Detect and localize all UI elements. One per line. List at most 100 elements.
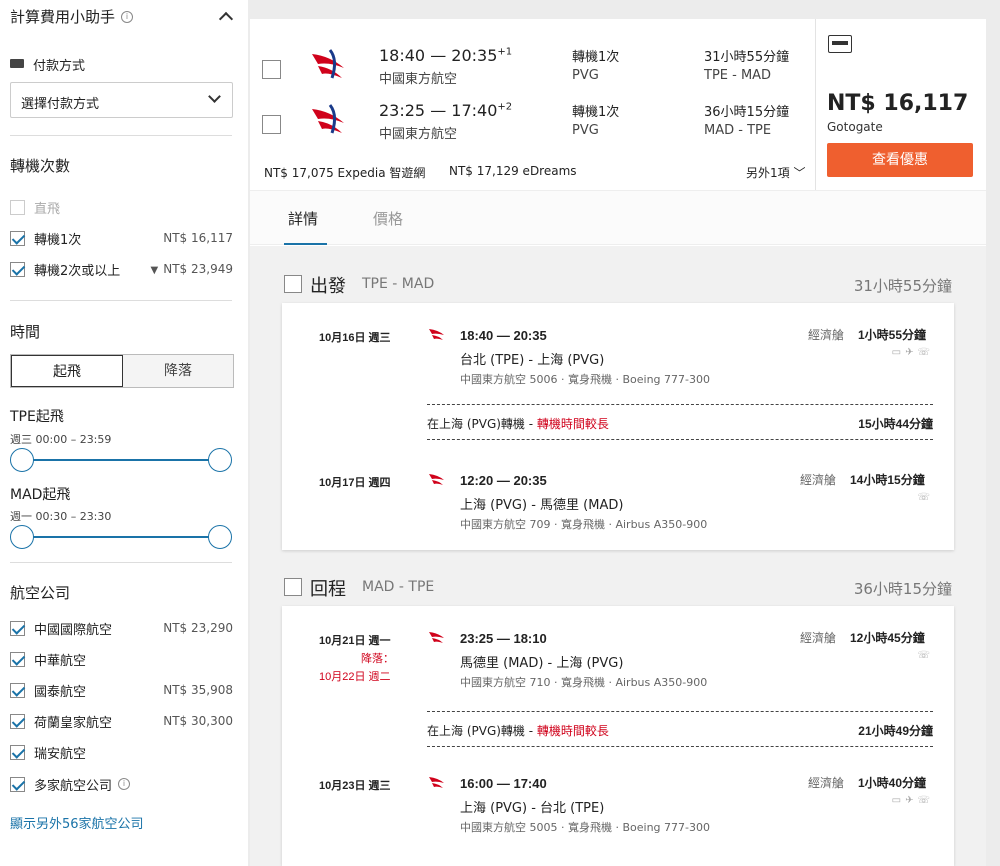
flight-row-inbound[interactable]: 23:25 — 17:40+2 中國東方航空 轉機1次 PVG 36小時15分鐘… <box>250 97 815 147</box>
checkbox[interactable] <box>10 620 25 636</box>
mad-departure-label: MAD起飛 <box>10 487 71 503</box>
option-price: ▼ NT$ 23,949 <box>151 262 233 276</box>
flight-route: TPE - MAD <box>704 68 772 83</box>
itinerary-details: 出發 TPE - MAD 31小時55分鐘 10月16日 週三 18:40 — … <box>250 246 986 866</box>
more-options-link[interactable]: 另外1項 ﹀ <box>746 164 805 181</box>
outbound-duration: 31小時55分鐘 <box>853 277 952 295</box>
filter-icon: ▼ <box>150 265 159 276</box>
outbound-header: 出發 TPE - MAD 31小時55分鐘 <box>284 272 952 297</box>
alt-price-expedia[interactable]: NT$ 17,075 Expedia 智遊網 <box>264 164 425 181</box>
layover-duration: 15小時44分鐘 <box>858 417 933 431</box>
flight-times: 18:40 — 20:35+1 <box>379 46 512 65</box>
vendor-name: Gotogate <box>827 120 883 134</box>
leg-date: 10月21日 週一 <box>319 635 391 647</box>
outbound-legs: 10月16日 週三 18:40 — 20:35 台北 (TPE) - 上海 (P… <box>282 303 954 550</box>
leg-info: 中國東方航空 5006 · 寬身飛機 · Boeing 777-300 <box>460 373 710 386</box>
leg-date: 10月23日 週三 <box>319 780 391 792</box>
checkbox[interactable] <box>10 682 25 698</box>
checkbox[interactable] <box>262 60 281 79</box>
detail-tabs: 詳情 價格 <box>250 190 986 245</box>
leg-cabin: 經濟艙 <box>800 631 837 645</box>
tab-arrival[interactable]: 降落 <box>123 355 233 387</box>
tab-prices[interactable]: 價格 <box>373 208 403 229</box>
layover-duration: 21小時49分鐘 <box>858 724 933 738</box>
checkbox[interactable] <box>10 713 25 729</box>
outbound-title: 出發 <box>310 276 346 297</box>
day-offset: +2 <box>497 101 513 113</box>
card-icon <box>10 59 24 68</box>
show-more-airlines-link[interactable]: 顯示另外56家航空公司 <box>10 813 144 832</box>
checkbox[interactable] <box>10 261 25 277</box>
payment-select-value: 選擇付款方式 <box>21 97 100 112</box>
checkbox[interactable] <box>10 776 25 792</box>
option-price: NT$ 23,290 <box>163 621 233 635</box>
flight-time: 23:25 — 17:40 <box>379 101 498 120</box>
checkbox[interactable] <box>10 651 25 667</box>
time-toggle: 起飛 降落 <box>10 354 234 388</box>
slider-handle-start[interactable] <box>10 525 34 549</box>
inbound-title: 回程 <box>310 579 346 600</box>
leg-info: 中國東方航空 709 · 寬身飛機 · Airbus A350-900 <box>460 518 708 531</box>
tab-departure[interactable]: 起飛 <box>11 355 123 387</box>
leg-duration: 14小時15分鐘 <box>850 473 925 487</box>
divider <box>10 300 232 301</box>
result-card: 18:40 — 20:35+1 中國東方航空 轉機1次 PVG 31小時55分鐘… <box>250 19 986 866</box>
airline-option[interactable]: 瑞安航空 <box>10 742 233 762</box>
option-label: 多家航空公司 <box>34 778 113 794</box>
alt-price-edreams[interactable]: NT$ 17,129 eDreams <box>449 164 577 178</box>
stops-option-nonstop[interactable]: 直飛 <box>10 197 233 217</box>
best-price: NT$ 16,117 <box>827 91 969 116</box>
layover-text: 在上海 (PVG)轉機 - 轉機時間較長 <box>427 415 609 432</box>
checkbox[interactable] <box>10 744 25 760</box>
outbound-route: TPE - MAD <box>362 276 435 292</box>
tab-details[interactable]: 詳情 <box>288 208 318 229</box>
checkbox[interactable] <box>10 230 25 246</box>
amenity-icons: ▭✈☏ <box>891 347 934 358</box>
landing-date: 10月22日 週二 <box>319 671 391 683</box>
info-icon[interactable]: i <box>118 778 131 790</box>
inbound-route: MAD - TPE <box>362 579 435 595</box>
chevron-up-icon[interactable] <box>218 11 234 27</box>
airlines-title: 航空公司 <box>10 584 71 602</box>
airline-logo-icon <box>429 329 444 340</box>
airline-logo-icon <box>312 104 344 134</box>
stops-option-1[interactable]: 轉機1次 NT$ 16,117 <box>10 228 233 248</box>
option-label: 直飛 <box>34 201 61 217</box>
info-icon[interactable]: i <box>121 10 134 23</box>
flight-row-outbound[interactable]: 18:40 — 20:35+1 中國東方航空 轉機1次 PVG 31小時55分鐘… <box>250 42 815 92</box>
price-helper-title: 計算費用小助手 <box>10 8 116 26</box>
layover-warning: 轉機時間較長 <box>536 417 609 431</box>
airline-option[interactable]: 中華航空 <box>10 649 233 669</box>
leg-route: 台北 (TPE) - 上海 (PVG) <box>460 353 605 368</box>
checkbox[interactable] <box>284 275 302 293</box>
price-helper-header[interactable]: 計算費用小助手 i <box>10 6 134 27</box>
checkbox[interactable] <box>262 115 281 134</box>
leg-time: 16:00 — 17:40 <box>460 776 547 791</box>
option-label: 中國國際航空 <box>34 622 113 638</box>
flight-airline: 中國東方航空 <box>379 127 458 142</box>
option-price: NT$ 16,117 <box>163 231 233 245</box>
airline-option[interactable]: 荷蘭皇家航空 NT$ 30,300 <box>10 711 233 731</box>
landing-label: 降落： <box>361 653 394 665</box>
leg-cabin: 經濟艙 <box>808 328 845 342</box>
stops-option-2plus[interactable]: 轉機2次或以上 ▼ NT$ 23,949 <box>10 259 233 279</box>
mad-slider-track[interactable] <box>22 536 220 538</box>
tpe-slider-track[interactable] <box>22 459 220 461</box>
slider-handle-end[interactable] <box>208 448 232 472</box>
payment-select[interactable]: 選擇付款方式 <box>10 82 233 118</box>
airline-option[interactable]: 多家航空公司 i <box>10 774 233 794</box>
checkbox[interactable] <box>284 578 302 596</box>
tpe-departure-label: TPE起飛 <box>10 409 64 425</box>
airline-option[interactable]: 中國國際航空 NT$ 23,290 <box>10 618 233 638</box>
airline-logo-icon <box>429 777 444 788</box>
flight-duration: 36小時15分鐘 <box>704 105 790 120</box>
view-deal-button[interactable]: 查看優惠 <box>827 143 973 177</box>
slider-handle-end[interactable] <box>208 525 232 549</box>
inbound-legs: 10月21日 週一 降落： 10月22日 週二 23:25 — 18:10 馬德… <box>282 606 954 866</box>
airline-option[interactable]: 國泰航空 NT$ 35,908 <box>10 680 233 700</box>
leg-time: 23:25 — 18:10 <box>460 631 547 646</box>
option-price: NT$ 30,300 <box>163 714 233 728</box>
checkbox[interactable] <box>10 199 25 215</box>
option-label: 中華航空 <box>34 653 87 669</box>
slider-handle-start[interactable] <box>10 448 34 472</box>
